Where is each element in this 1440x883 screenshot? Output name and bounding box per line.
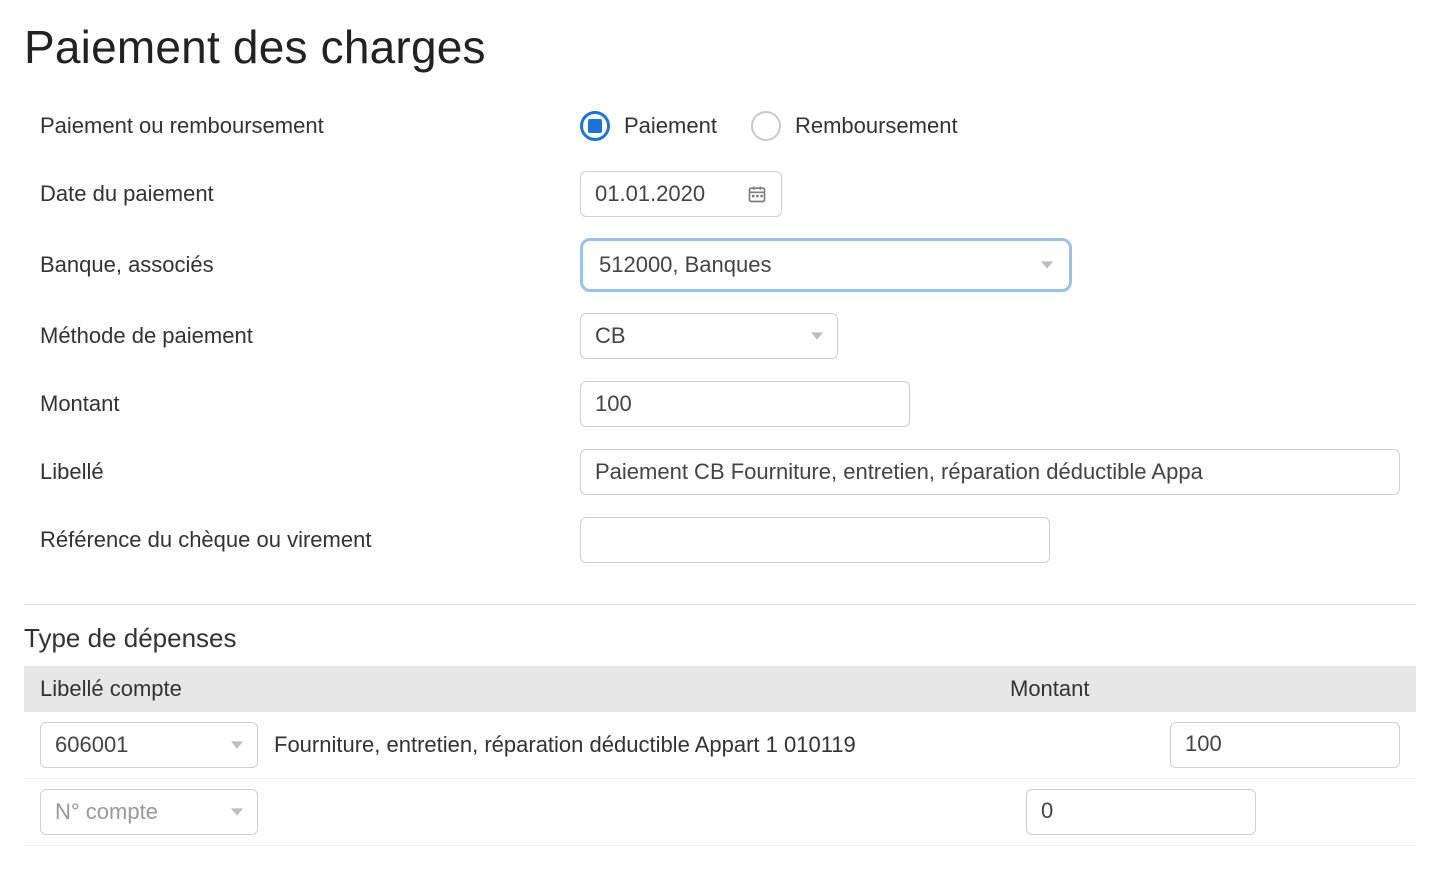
- expenses-table-header: Libellé compte Montant: [24, 666, 1416, 712]
- select-methode-value: CB: [595, 323, 626, 349]
- libelle-value: Paiement CB Fourniture, entretien, répar…: [595, 459, 1203, 485]
- label-libelle: Libellé: [40, 459, 580, 485]
- row-montant-value: 100: [1185, 731, 1222, 756]
- select-account-value: 606001: [55, 732, 128, 758]
- select-account[interactable]: 606001: [40, 722, 258, 768]
- radio-group-payment-type: Paiement Remboursement: [580, 111, 986, 141]
- row-libelle: Libellé Paiement CB Fourniture, entretie…: [40, 448, 1400, 496]
- montant-value: 100: [595, 391, 632, 417]
- radio-option-paiement[interactable]: Paiement: [580, 111, 717, 141]
- select-account-placeholder: N° compte: [55, 799, 158, 825]
- label-payment-type: Paiement ou remboursement: [40, 113, 580, 139]
- reference-input[interactable]: [580, 517, 1050, 563]
- chevron-down-icon: [231, 806, 243, 818]
- expenses-heading: Type de dépenses: [24, 623, 1416, 654]
- col-header-libelle: Libellé compte: [40, 676, 1010, 702]
- row-banque: Banque, associés 512000, Banques: [40, 238, 1400, 292]
- radio-label-remboursement: Remboursement: [795, 113, 958, 139]
- row-reference: Référence du chèque ou virement: [40, 516, 1400, 564]
- row-methode: Méthode de paiement CB: [40, 312, 1400, 360]
- calendar-icon: [747, 184, 767, 204]
- divider: [24, 604, 1416, 605]
- date-input[interactable]: 01.01.2020: [580, 171, 782, 217]
- chevron-down-icon: [1041, 259, 1053, 271]
- select-account[interactable]: N° compte: [40, 789, 258, 835]
- table-row: 606001 Fourniture, entretien, réparation…: [24, 712, 1416, 778]
- radio-label-paiement: Paiement: [624, 113, 717, 139]
- row-montant-value: 0: [1041, 798, 1053, 823]
- row-payment-type: Paiement ou remboursement Paiement Rembo…: [40, 102, 1400, 150]
- date-value: 01.01.2020: [595, 181, 705, 207]
- row-date: Date du paiement 01.01.2020: [40, 170, 1400, 218]
- row-montant-input[interactable]: 0: [1026, 789, 1256, 835]
- select-banque-value: 512000, Banques: [599, 252, 772, 278]
- label-banque: Banque, associés: [40, 252, 580, 278]
- select-methode[interactable]: CB: [580, 313, 838, 359]
- radio-option-remboursement[interactable]: Remboursement: [751, 111, 958, 141]
- radio-icon-selected: [580, 111, 610, 141]
- payment-form: Paiement ou remboursement Paiement Rembo…: [24, 102, 1416, 600]
- chevron-down-icon: [811, 330, 823, 342]
- label-methode: Méthode de paiement: [40, 323, 580, 349]
- row-description: Fourniture, entretien, réparation déduct…: [274, 732, 1154, 758]
- row-separator: [24, 845, 1416, 846]
- page-title: Paiement des charges: [24, 20, 1416, 74]
- radio-icon-unselected: [751, 111, 781, 141]
- chevron-down-icon: [231, 739, 243, 751]
- label-reference: Référence du chèque ou virement: [40, 527, 580, 553]
- select-banque[interactable]: 512000, Banques: [580, 238, 1072, 292]
- label-date: Date du paiement: [40, 181, 580, 207]
- label-montant: Montant: [40, 391, 580, 417]
- libelle-input[interactable]: Paiement CB Fourniture, entretien, répar…: [580, 449, 1400, 495]
- montant-input[interactable]: 100: [580, 381, 910, 427]
- col-header-montant: Montant: [1010, 676, 1400, 702]
- row-montant: Montant 100: [40, 380, 1400, 428]
- table-row: N° compte 0: [24, 779, 1416, 845]
- row-montant-input[interactable]: 100: [1170, 722, 1400, 768]
